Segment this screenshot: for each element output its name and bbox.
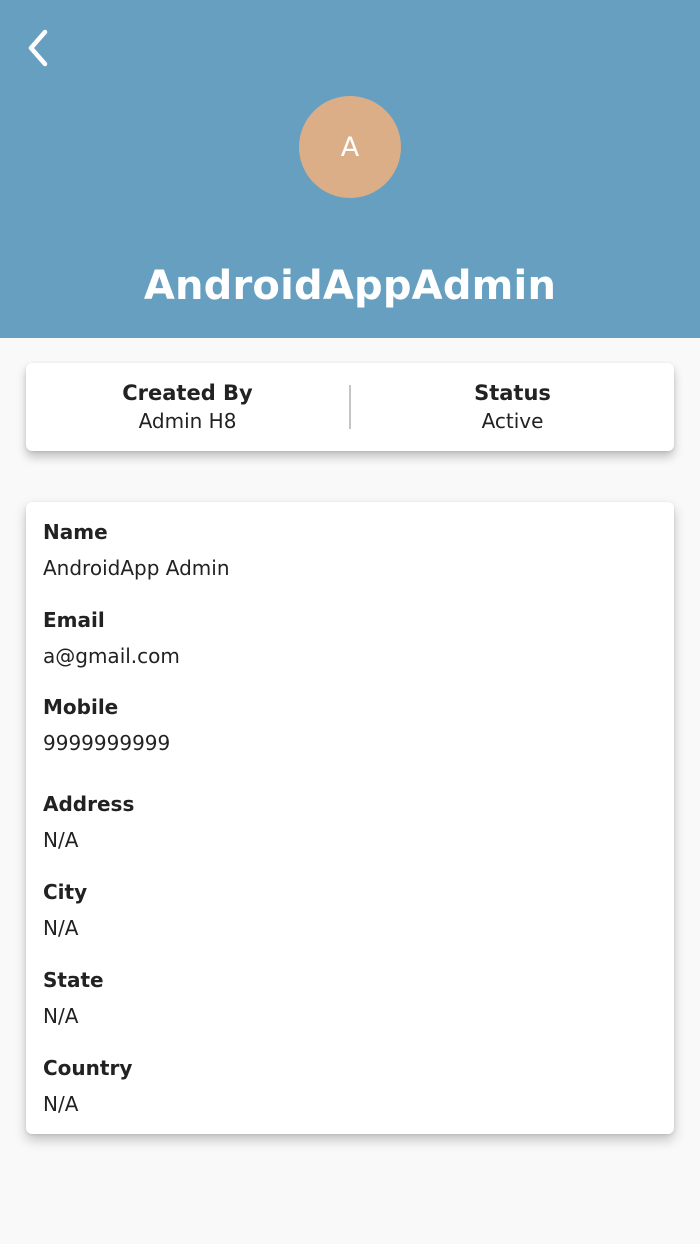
field-value: N/A bbox=[43, 1004, 79, 1028]
field-name: Name AndroidApp Admin bbox=[43, 518, 230, 582]
field-label: Name bbox=[43, 520, 108, 544]
status-section: Status Active bbox=[351, 363, 674, 451]
back-button[interactable] bbox=[14, 24, 62, 72]
field-value: N/A bbox=[43, 828, 79, 852]
field-label: Country bbox=[43, 1056, 133, 1080]
field-city: City N/A bbox=[43, 878, 87, 942]
field-label: Address bbox=[43, 792, 135, 816]
field-value: 9999999999 bbox=[43, 731, 171, 755]
field-email: Email a@gmail.com bbox=[43, 606, 180, 670]
details-card: Name AndroidApp Admin Email a@gmail.com … bbox=[26, 502, 674, 1134]
field-label: Mobile bbox=[43, 695, 119, 719]
field-value: N/A bbox=[43, 916, 79, 940]
field-label: Email bbox=[43, 608, 105, 632]
profile-screen: A AndroidAppAdmin Created By Admin H8 St… bbox=[0, 0, 700, 1244]
page-title: AndroidAppAdmin bbox=[143, 263, 557, 309]
field-mobile: Mobile 9999999999 bbox=[43, 693, 170, 757]
field-value: a@gmail.com bbox=[43, 644, 180, 668]
chevron-left-icon bbox=[28, 29, 48, 67]
field-value: N/A bbox=[43, 1092, 79, 1116]
status-label: Status bbox=[474, 381, 551, 405]
avatar: A bbox=[299, 96, 401, 198]
avatar-initial: A bbox=[340, 131, 360, 163]
created-by-section: Created By Admin H8 bbox=[26, 363, 349, 451]
profile-header: A AndroidAppAdmin bbox=[0, 0, 700, 338]
summary-card: Created By Admin H8 Status Active bbox=[26, 363, 674, 451]
status-value: Active bbox=[481, 409, 544, 433]
created-by-value: Admin H8 bbox=[138, 409, 237, 433]
field-label: State bbox=[43, 968, 104, 992]
field-label: City bbox=[43, 880, 88, 904]
field-state: State N/A bbox=[43, 966, 104, 1030]
field-value: AndroidApp Admin bbox=[43, 556, 230, 580]
field-address: Address N/A bbox=[43, 790, 134, 854]
created-by-label: Created By bbox=[122, 381, 253, 405]
field-country: Country N/A bbox=[43, 1054, 132, 1118]
